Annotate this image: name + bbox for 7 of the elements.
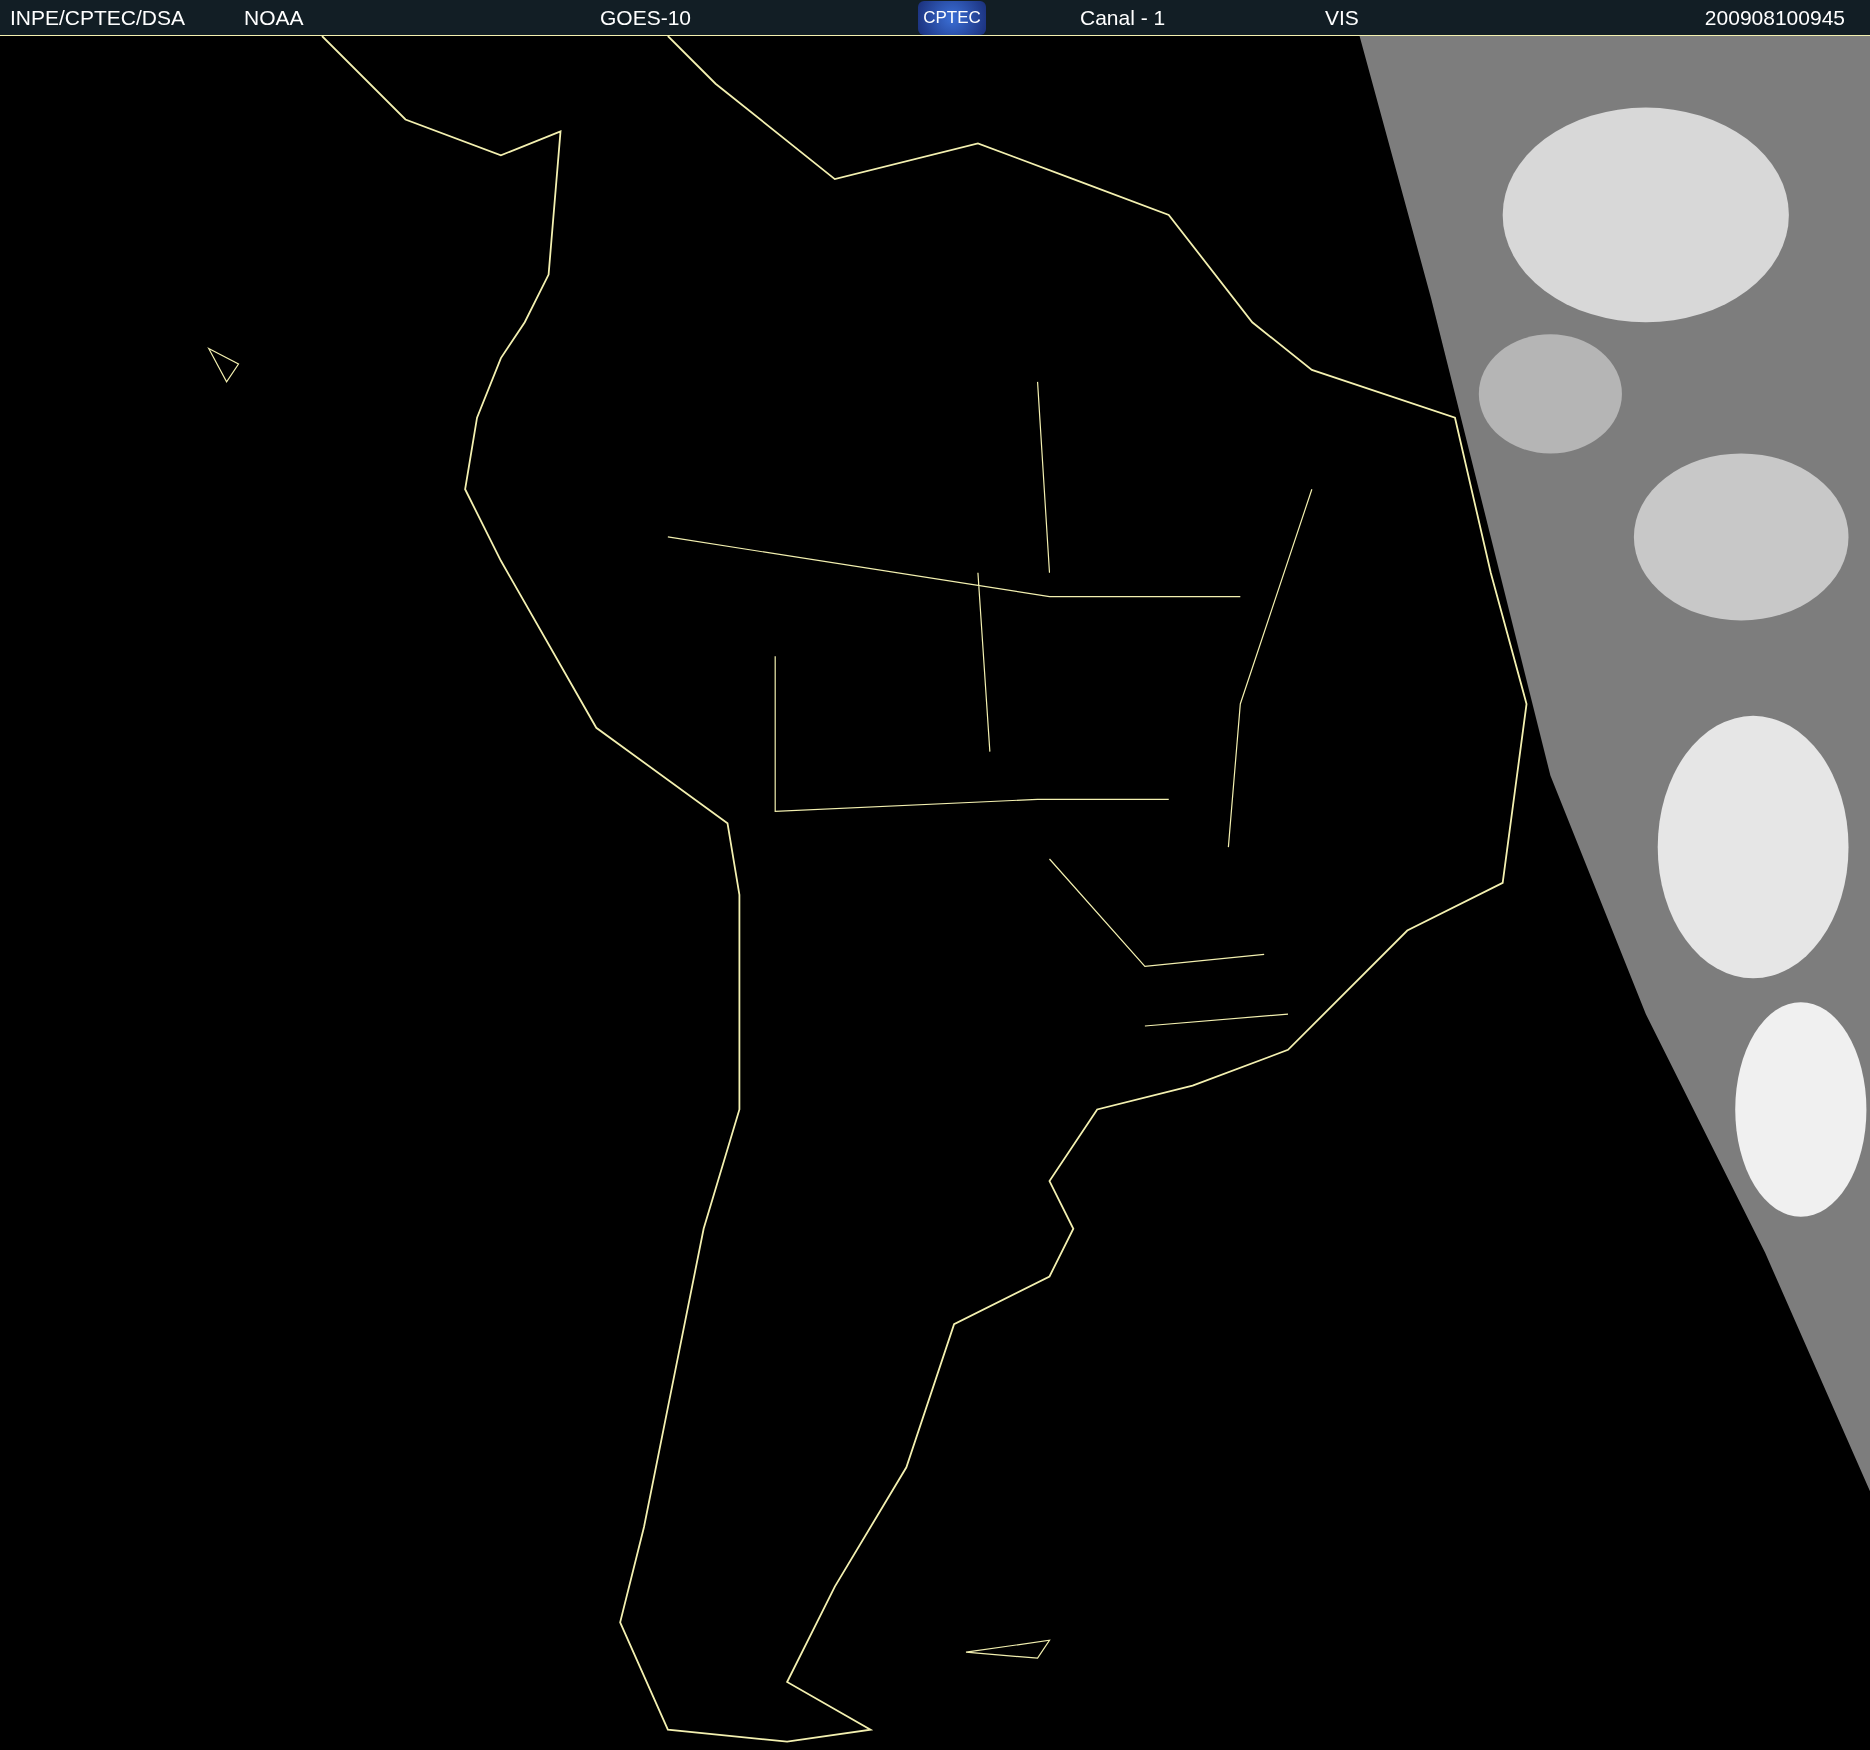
source-label: INPE/CPTEC/DSA <box>10 4 187 31</box>
channel-label: Canal - 1 <box>1080 4 1167 31</box>
logo: CPTEC <box>918 0 986 35</box>
agency-label: NOAA <box>244 4 305 31</box>
satellite-label: GOES-10 <box>600 4 693 31</box>
timestamp-label: 200908100945 <box>1704 4 1845 31</box>
band-label: VIS <box>1325 4 1359 31</box>
